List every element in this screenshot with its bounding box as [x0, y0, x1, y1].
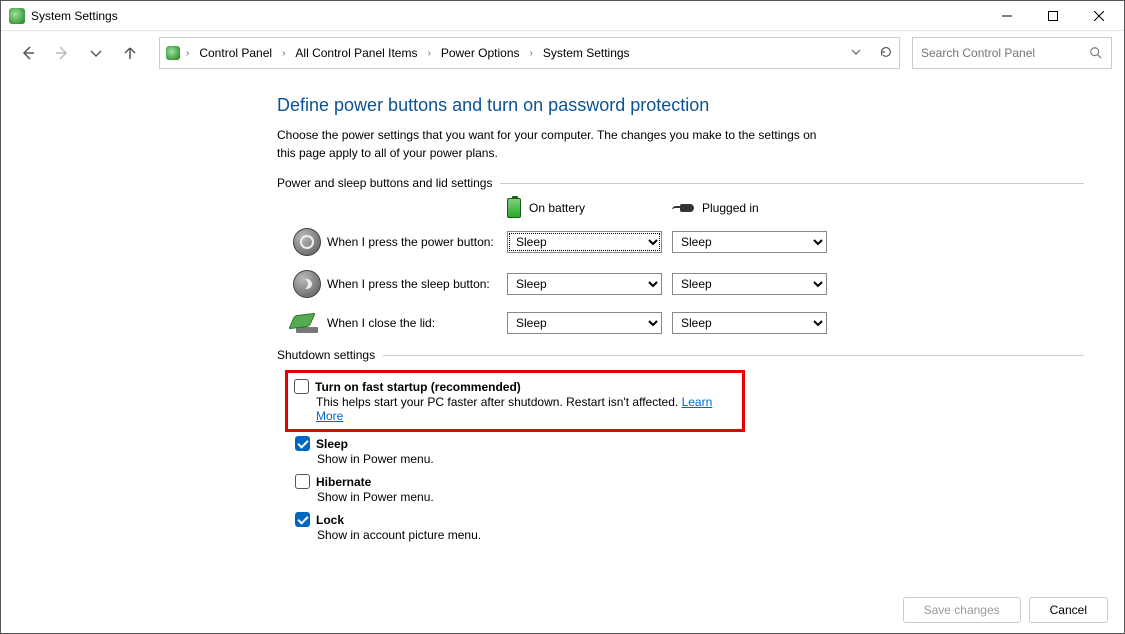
power-plugged-select[interactable]: Sleep — [672, 231, 827, 253]
lock-checkbox[interactable] — [295, 512, 310, 527]
fast-startup-label: Turn on fast startup (recommended) — [315, 380, 521, 394]
breadcrumb-item[interactable]: Control Panel — [195, 44, 276, 62]
row-label: When I press the power button: — [327, 235, 507, 249]
address-bar[interactable]: › Control Panel › All Control Panel Item… — [159, 37, 900, 69]
col-on-battery: On battery — [529, 201, 585, 215]
row-lid: When I close the lid: Sleep Sleep — [287, 312, 1084, 334]
power-battery-select[interactable]: Sleep — [507, 231, 662, 253]
hibernate-item: Hibernate Show in Power menu. — [291, 472, 1084, 506]
divider — [383, 355, 1084, 356]
sleep-desc: Show in Power menu. — [317, 452, 1080, 466]
divider — [500, 183, 1084, 184]
sleep-label: Sleep — [316, 437, 348, 451]
sleep-checkbox[interactable] — [295, 436, 310, 451]
lid-plugged-select[interactable]: Sleep — [672, 312, 827, 334]
maximize-button[interactable] — [1030, 1, 1076, 31]
nav-forward-button[interactable] — [47, 38, 77, 68]
search-input[interactable] — [921, 46, 1089, 60]
breadcrumb-item[interactable]: All Control Panel Items — [291, 44, 421, 62]
close-button[interactable] — [1076, 1, 1122, 31]
titlebar: System Settings — [1, 1, 1124, 31]
sleep-icon — [293, 270, 321, 298]
chevron-right-icon[interactable]: › — [425, 48, 432, 59]
battery-icon — [507, 198, 521, 218]
fast-startup-checkbox[interactable] — [294, 379, 309, 394]
footer: Save changes Cancel — [903, 597, 1108, 623]
col-plugged-in: Plugged in — [702, 201, 759, 215]
nav-up-button[interactable] — [115, 38, 145, 68]
hibernate-checkbox[interactable] — [295, 474, 310, 489]
nav-back-button[interactable] — [13, 38, 43, 68]
row-power-button: When I press the power button: Sleep Sle… — [287, 228, 1084, 256]
nav-recent-button[interactable] — [81, 38, 111, 68]
chevron-right-icon[interactable]: › — [528, 48, 535, 59]
chevron-right-icon[interactable]: › — [280, 48, 287, 59]
lid-battery-select[interactable]: Sleep — [507, 312, 662, 334]
nav-row: › Control Panel › All Control Panel Item… — [1, 31, 1124, 75]
search-icon — [1089, 46, 1103, 60]
address-icon — [166, 46, 180, 60]
plug-icon — [672, 202, 694, 214]
row-label: When I close the lid: — [327, 316, 507, 330]
save-button[interactable]: Save changes — [903, 597, 1021, 623]
lid-icon — [292, 313, 322, 333]
sleep-battery-select[interactable]: Sleep — [507, 273, 662, 295]
minimize-button[interactable] — [984, 1, 1030, 31]
page-heading: Define power buttons and turn on passwor… — [277, 95, 1084, 116]
section-shutdown-label: Shutdown settings — [277, 348, 375, 362]
row-label: When I press the sleep button: — [327, 277, 507, 291]
breadcrumb-item[interactable]: System Settings — [539, 44, 634, 62]
power-icon — [293, 228, 321, 256]
hibernate-desc: Show in Power menu. — [317, 490, 1080, 504]
refresh-icon[interactable] — [879, 45, 893, 62]
page-description: Choose the power settings that you want … — [277, 126, 837, 162]
lock-label: Lock — [316, 513, 344, 527]
column-headers: On battery Plugged in — [507, 198, 1084, 218]
sleep-plugged-select[interactable]: Sleep — [672, 273, 827, 295]
window-title: System Settings — [31, 9, 118, 23]
chevron-down-icon[interactable] — [851, 46, 861, 60]
chevron-right-icon[interactable]: › — [184, 48, 191, 59]
breadcrumb-item[interactable]: Power Options — [437, 44, 524, 62]
fast-startup-item: Turn on fast startup (recommended) This … — [285, 370, 745, 432]
row-sleep-button: When I press the sleep button: Sleep Sle… — [287, 270, 1084, 298]
sleep-item: Sleep Show in Power menu. — [291, 434, 1084, 468]
lock-item: Lock Show in account picture menu. — [291, 510, 1084, 544]
search-box[interactable] — [912, 37, 1112, 69]
app-icon — [9, 8, 25, 24]
content-panel: Define power buttons and turn on passwor… — [1, 75, 1124, 544]
lock-desc: Show in account picture menu. — [317, 528, 1080, 542]
hibernate-label: Hibernate — [316, 475, 371, 489]
section-power-sleep-label: Power and sleep buttons and lid settings — [277, 176, 492, 190]
fast-startup-desc: This helps start your PC faster after sh… — [316, 395, 732, 423]
cancel-button[interactable]: Cancel — [1029, 597, 1108, 623]
